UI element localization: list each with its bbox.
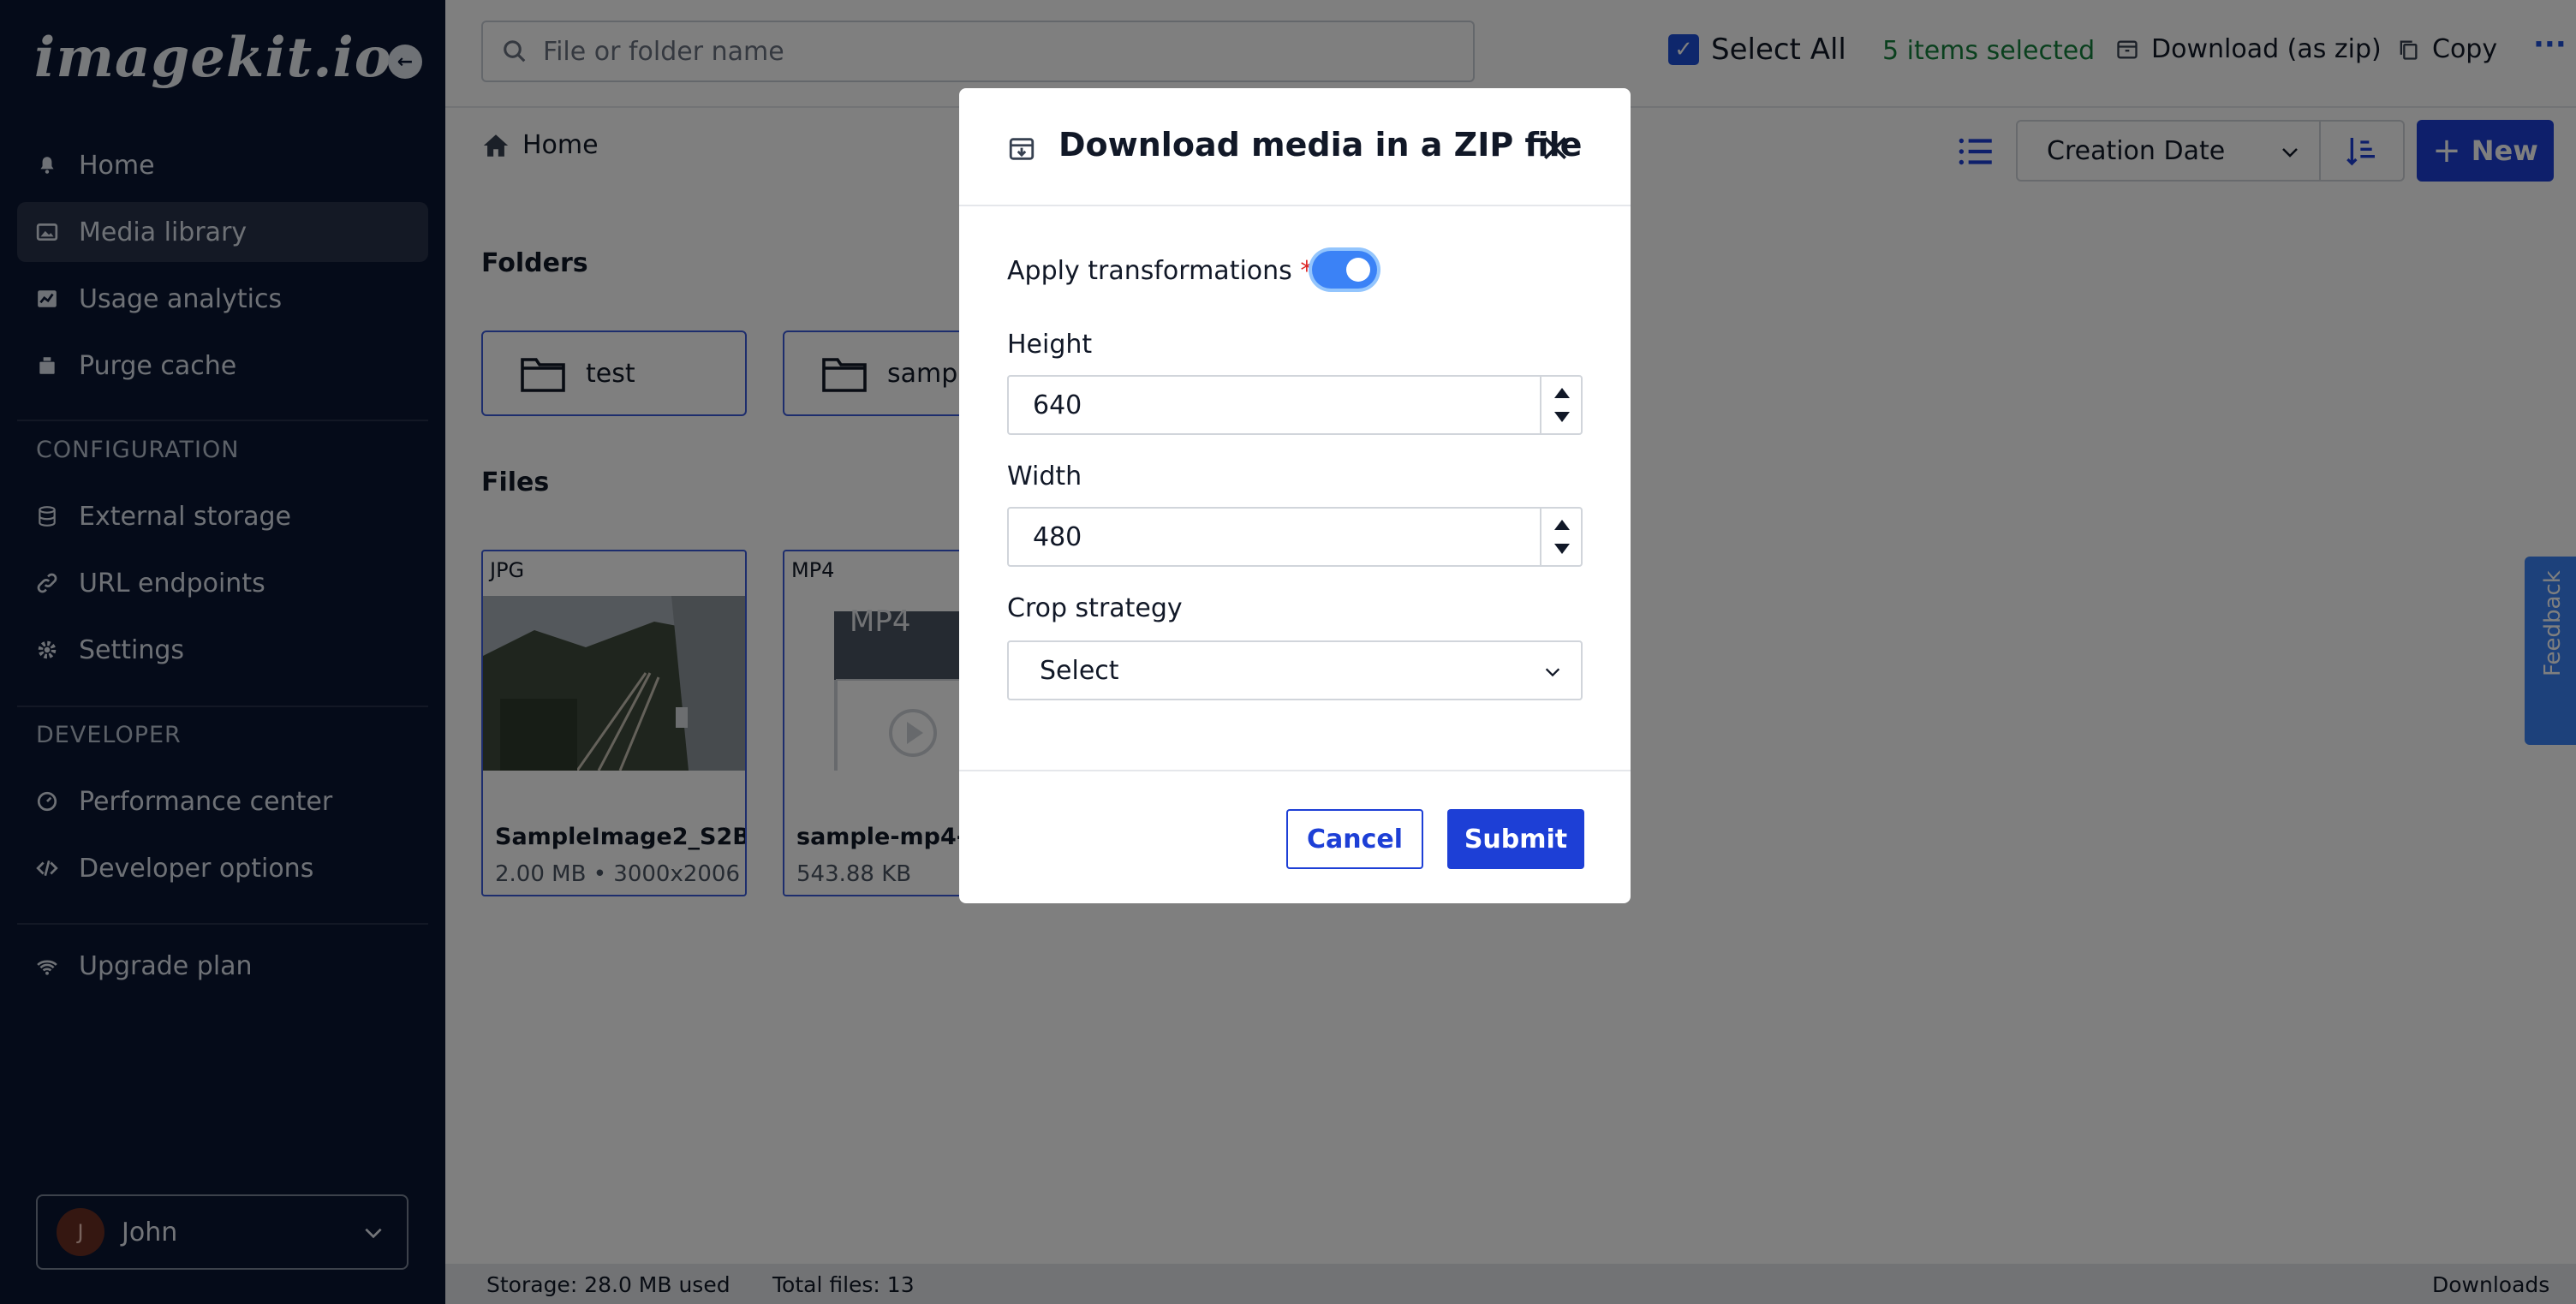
arrow-up-icon[interactable] [1553,519,1571,531]
arrow-up-icon[interactable] [1553,387,1571,399]
cancel-button[interactable]: Cancel [1286,809,1423,869]
dialog-header: Download media in a ZIP file [959,88,1631,206]
width-field[interactable]: 480 [1007,507,1583,567]
chevron-down-icon [1545,668,1560,677]
height-value: 640 [1033,390,1082,420]
toggle-knob [1346,258,1370,282]
close-icon[interactable] [1538,131,1572,165]
dialog-title: Download media in a ZIP file [1058,126,1583,164]
archive-icon [1009,138,1035,160]
arrow-down-icon[interactable] [1553,411,1571,423]
crop-strategy-label: Crop strategy [1007,593,1183,623]
download-zip-dialog: Download media in a ZIP file Apply trans… [959,88,1631,903]
height-field[interactable]: 640 [1007,375,1583,435]
height-label: Height [1007,330,1093,360]
label-text: Apply transformations [1007,256,1292,286]
dialog-footer-divider [959,770,1631,771]
crop-strategy-value: Select [1040,655,1119,686]
submit-button[interactable]: Submit [1447,809,1584,869]
apply-transformations-toggle[interactable] [1312,251,1377,289]
width-stepper[interactable] [1540,509,1581,565]
arrow-down-icon[interactable] [1553,543,1571,555]
width-label: Width [1007,461,1082,491]
width-value: 480 [1033,521,1082,552]
crop-strategy-select[interactable]: Select [1007,640,1583,700]
height-stepper[interactable] [1540,377,1581,433]
apply-transformations-label: Apply transformations * [1007,256,1313,286]
